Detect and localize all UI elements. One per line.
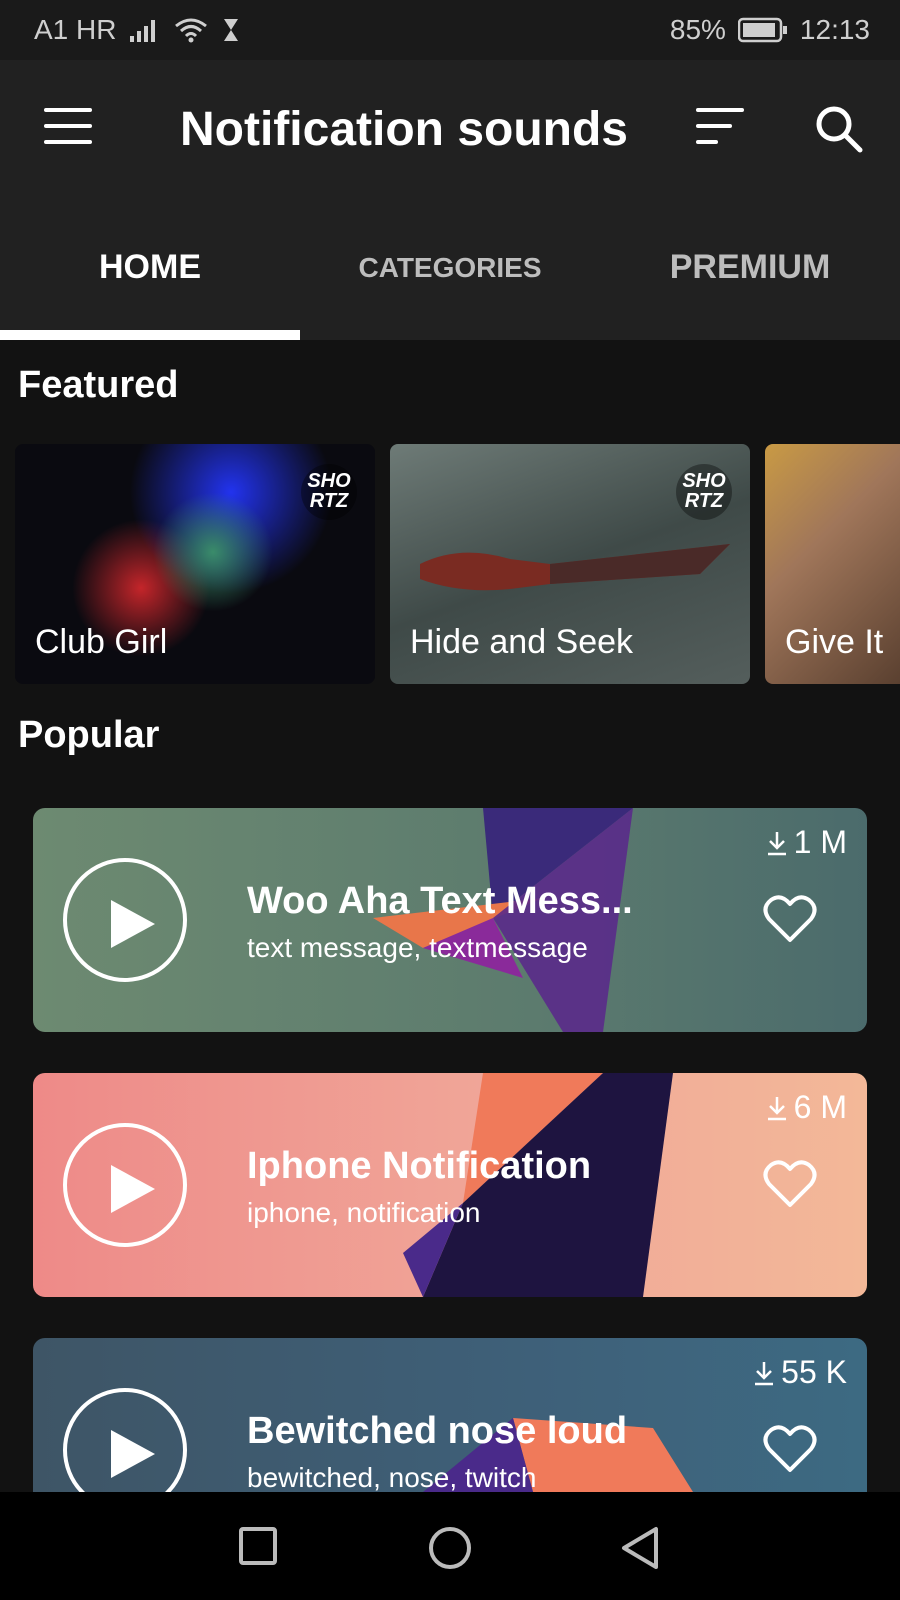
- home-circle-icon[interactable]: [428, 1526, 472, 1575]
- tab-categories[interactable]: CATEGORIES: [300, 252, 600, 284]
- sound-title: Iphone Notification: [247, 1145, 592, 1187]
- shortz-logo-icon: SHO RTZ: [676, 464, 732, 520]
- wifi-icon: [174, 17, 208, 43]
- status-bar: A1 HR 85% 12:13: [0, 0, 900, 60]
- featured-carousel[interactable]: SHO RTZ Club Girl SHO RTZ Hide and Seek Gi…: [15, 444, 900, 684]
- featured-card-label: Hide and Seek: [410, 623, 634, 661]
- download-icon: [755, 1361, 774, 1385]
- play-button[interactable]: [63, 858, 187, 982]
- featured-title: Featured: [18, 364, 179, 406]
- play-button[interactable]: [63, 1123, 187, 1247]
- sound-tags: bewitched, nose, twitch: [247, 1462, 537, 1492]
- back-triangle-icon[interactable]: [620, 1526, 660, 1575]
- download-icon: [767, 1096, 786, 1120]
- featured-card-give-it[interactable]: Give It: [765, 444, 900, 684]
- carrier-name: A1 HR: [34, 14, 117, 45]
- battery-percent: 85%: [669, 14, 726, 45]
- sort-icon[interactable]: [696, 108, 744, 148]
- page-title: Notification sounds: [180, 103, 628, 156]
- popular-item[interactable]: Woo Aha Text Mess... text message, textm…: [33, 808, 867, 1032]
- favorite-heart-icon[interactable]: [763, 1424, 817, 1474]
- signal-icon: [130, 18, 160, 42]
- download-icon: [767, 831, 786, 855]
- featured-card-label: Give It: [785, 623, 884, 661]
- download-count: 1 M: [766, 824, 847, 861]
- tab-home[interactable]: HOME: [0, 248, 300, 287]
- featured-card-hide-and-seek[interactable]: SHO RTZ Hide and Seek: [390, 444, 750, 684]
- search-icon[interactable]: [814, 104, 864, 154]
- tab-bar: HOME CATEGORIES PREMIUM: [0, 200, 900, 340]
- sound-title: Bewitched nose loud: [247, 1410, 628, 1452]
- favorite-heart-icon[interactable]: [763, 894, 817, 944]
- recents-square-icon[interactable]: [238, 1526, 278, 1571]
- download-count-label: 1 M: [793, 824, 847, 860]
- tab-indicator: [0, 330, 300, 340]
- popular-item[interactable]: Iphone Notification iphone, notification…: [33, 1073, 867, 1297]
- menu-icon[interactable]: [44, 108, 92, 148]
- download-count: 55 K: [753, 1354, 847, 1391]
- favorite-heart-icon[interactable]: [763, 1159, 817, 1209]
- sound-tags: iphone, notification: [247, 1197, 481, 1228]
- download-count: 6 M: [766, 1089, 847, 1126]
- app-bar: Notification sounds: [0, 60, 900, 200]
- popular-item[interactable]: Bewitched nose loud bewitched, nose, twi…: [33, 1338, 867, 1492]
- hourglass-icon: [222, 18, 240, 42]
- tab-premium[interactable]: PREMIUM: [600, 248, 900, 287]
- download-count-label: 6 M: [793, 1089, 847, 1125]
- popular-title: Popular: [18, 714, 160, 756]
- featured-card-club-girl[interactable]: SHO RTZ Club Girl: [15, 444, 375, 684]
- system-nav-bar: [0, 1492, 900, 1600]
- sound-tags: text message, textmessage: [247, 932, 588, 963]
- shortz-logo-icon: SHO RTZ: [301, 464, 357, 520]
- sound-title: Woo Aha Text Mess...: [247, 880, 633, 922]
- battery-icon: [737, 17, 788, 43]
- clock: 12:13: [799, 14, 870, 45]
- knife-image: [420, 544, 730, 591]
- featured-card-label: Club Girl: [35, 623, 168, 661]
- download-count-label: 55 K: [781, 1354, 847, 1390]
